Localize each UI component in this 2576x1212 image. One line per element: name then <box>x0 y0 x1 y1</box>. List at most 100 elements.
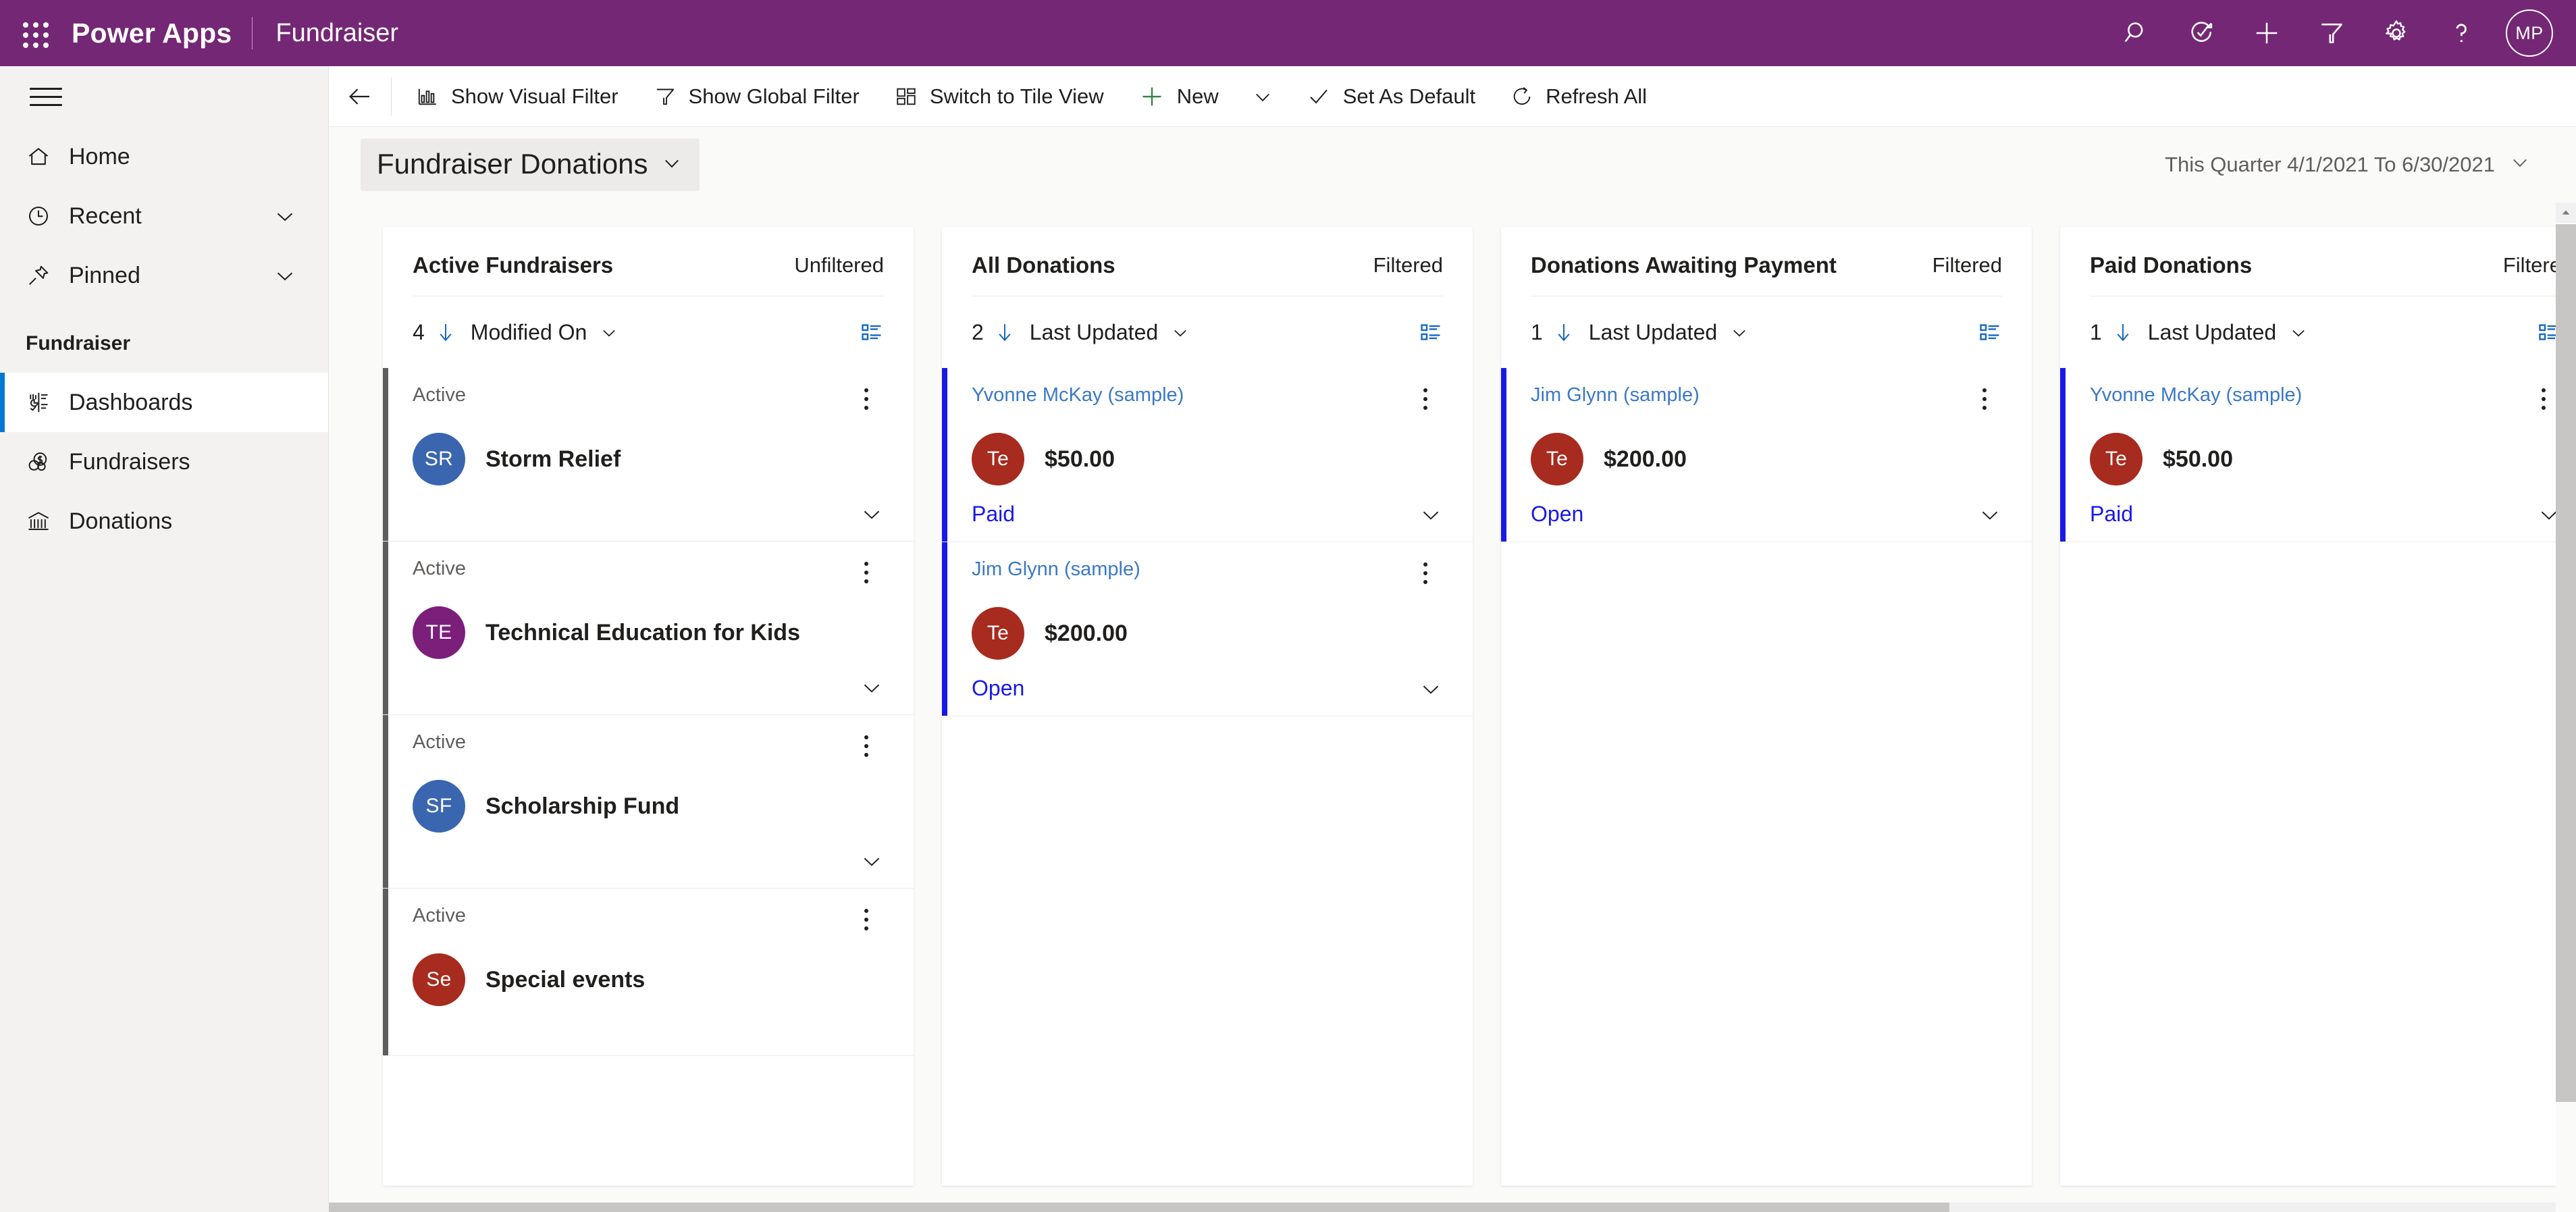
hamburger-menu-icon[interactable] <box>12 66 80 127</box>
card-primary-text: Storm Relief <box>485 446 621 472</box>
brand-title[interactable]: Power Apps <box>62 18 252 49</box>
list-item[interactable]: Active SR Storm Relief <box>383 368 914 542</box>
card-body: Te $50.00 <box>2090 433 2556 485</box>
column-subheader: 1 Last Updated <box>1501 296 2032 368</box>
list-item[interactable]: Yvonne McKay (sample) Te $50.00 Paid <box>2060 368 2556 542</box>
filter-icon[interactable] <box>2299 0 2364 66</box>
more-options-icon[interactable] <box>1408 556 1443 591</box>
list-item[interactable]: Jim Glynn (sample) Te $200.00 Open <box>1501 368 2032 542</box>
chevron-down-icon[interactable] <box>1729 322 1750 342</box>
page-title: Fundraiser Donations <box>377 148 648 180</box>
list-item[interactable]: Jim Glynn (sample) Te $200.00 Open <box>942 542 1473 716</box>
card-body: Te $200.00 <box>972 607 1443 660</box>
card-subtitle[interactable]: Jim Glynn (sample) <box>1531 384 1700 406</box>
chevron-down-icon[interactable] <box>1170 322 1190 342</box>
card-subtitle[interactable]: Yvonne McKay (sample) <box>972 384 1184 406</box>
expand-chevron-down-icon[interactable] <box>2537 502 2556 527</box>
sort-descending-icon[interactable] <box>434 321 457 344</box>
help-icon[interactable] <box>2429 0 2494 66</box>
card-body: SF Scholarship Fund <box>413 780 884 833</box>
dashboard-selector[interactable]: Fundraiser Donations <box>361 138 700 191</box>
column-record-count: 1 <box>2090 319 2102 344</box>
list-item[interactable]: Yvonne McKay (sample) Te $50.00 Paid <box>942 368 1473 542</box>
refresh-all-button[interactable]: Refresh All <box>1493 66 1664 127</box>
list-view-icon[interactable] <box>1419 320 1443 344</box>
card-header: Jim Glynn (sample) <box>1531 384 2002 417</box>
sort-descending-icon[interactable] <box>993 321 1016 344</box>
chevron-down-icon <box>2508 151 2531 179</box>
expand-chevron-down-icon[interactable] <box>860 675 884 700</box>
card-header: Yvonne McKay (sample) <box>2090 384 2556 417</box>
list-view-icon[interactable] <box>1978 320 2002 344</box>
horizontal-scrollbar[interactable] <box>329 1203 2556 1212</box>
expand-chevron-down-icon[interactable] <box>860 849 884 873</box>
waffle-menu-icon[interactable] <box>15 14 53 52</box>
card-subtitle[interactable]: Yvonne McKay (sample) <box>2090 384 2302 406</box>
command-label: Show Global Filter <box>688 84 860 108</box>
sort-descending-icon[interactable] <box>1552 321 1575 344</box>
refresh-icon <box>1510 85 1533 108</box>
vertical-scrollbar[interactable] <box>2556 203 2576 1207</box>
sidebar-item-recent[interactable]: Recent <box>0 186 328 246</box>
expand-chevron-down-icon[interactable] <box>1978 502 2002 527</box>
sidebar-item-home[interactable]: Home <box>0 127 328 186</box>
sort-field-label[interactable]: Last Updated <box>2148 320 2276 345</box>
chevron-down-icon[interactable] <box>599 322 619 342</box>
list-view-icon[interactable] <box>2537 320 2556 344</box>
app-name[interactable]: Fundraiser <box>253 19 398 48</box>
vertical-scrollbar-thumb[interactable] <box>2556 224 2576 1102</box>
set-as-default-button[interactable]: Set As Default <box>1289 66 1493 127</box>
sidebar-item-label: Fundraisers <box>69 448 190 475</box>
sort-field-label[interactable]: Last Updated <box>1589 320 1717 345</box>
card-subtitle[interactable]: Jim Glynn (sample) <box>972 558 1140 581</box>
expand-chevron-down-icon[interactable] <box>1419 502 1443 527</box>
sort-field-label[interactable]: Last Updated <box>1030 320 1158 345</box>
card-subtitle: Active <box>413 731 466 753</box>
sidebar-item-fundraisers[interactable]: Fundraisers <box>0 432 328 492</box>
date-range-selector[interactable]: This Quarter 4/1/2021 To 6/30/2021 <box>2165 151 2531 179</box>
more-options-icon[interactable] <box>849 729 884 764</box>
more-options-icon[interactable] <box>849 381 884 417</box>
sort-descending-icon[interactable] <box>2111 321 2134 344</box>
sidebar-item-dashboards[interactable]: Dashboards <box>0 373 328 432</box>
card-list: Jim Glynn (sample) Te $200.00 Open <box>1501 368 2032 1186</box>
more-options-icon[interactable] <box>849 902 884 937</box>
home-icon <box>26 144 69 169</box>
chevron-down-icon[interactable] <box>273 204 297 228</box>
show-global-filter-button[interactable]: Show Global Filter <box>636 66 877 127</box>
show-visual-filter-button[interactable]: Show Visual Filter <box>398 66 636 127</box>
list-view-icon[interactable] <box>860 320 884 344</box>
sidebar-item-label: Recent <box>69 203 142 229</box>
switch-to-tile-view-button[interactable]: Switch to Tile View <box>877 66 1122 127</box>
sidebar-item-pinned[interactable]: Pinned <box>0 246 328 305</box>
avatar[interactable]: MP <box>2506 9 2553 57</box>
chevron-down-icon[interactable] <box>273 263 297 288</box>
assistant-icon[interactable] <box>2170 0 2234 66</box>
chevron-down-icon[interactable] <box>2288 322 2309 342</box>
new-button[interactable]: New <box>1122 66 1236 127</box>
sidebar-item-donations[interactable]: Donations <box>0 492 328 551</box>
list-item[interactable]: Active Se Special events <box>383 889 914 1056</box>
more-options-icon[interactable] <box>1408 381 1443 417</box>
list-item[interactable]: Active TE Technical Education for Kids <box>383 542 914 715</box>
search-icon[interactable] <box>2105 0 2170 66</box>
sort-field-label[interactable]: Modified On <box>471 320 587 345</box>
card-primary-text: Special events <box>485 966 646 993</box>
expand-chevron-down-icon[interactable] <box>860 502 884 526</box>
more-options-icon[interactable] <box>2526 381 2556 417</box>
back-button[interactable] <box>329 66 391 127</box>
expand-chevron-down-icon[interactable] <box>1419 677 1443 701</box>
scroll-up-arrow-icon[interactable] <box>2556 203 2576 223</box>
command-label: Set As Default <box>1342 84 1476 108</box>
stream-column-all-donations: All Donations Filtered 2 Last Updated Yv… <box>942 227 1473 1186</box>
more-options-icon[interactable] <box>1967 381 2002 417</box>
horizontal-scrollbar-thumb[interactable] <box>329 1203 1949 1212</box>
command-label: Switch to Tile View <box>929 84 1104 108</box>
card-header: Active <box>413 905 884 937</box>
gear-icon[interactable] <box>2364 0 2429 66</box>
plus-icon[interactable] <box>2234 0 2299 66</box>
more-options-icon[interactable] <box>849 555 884 590</box>
list-item[interactable]: Active SF Scholarship Fund <box>383 715 914 889</box>
new-dropdown-caret[interactable] <box>1236 66 1289 127</box>
card-body: TE Technical Education for Kids <box>413 606 884 659</box>
